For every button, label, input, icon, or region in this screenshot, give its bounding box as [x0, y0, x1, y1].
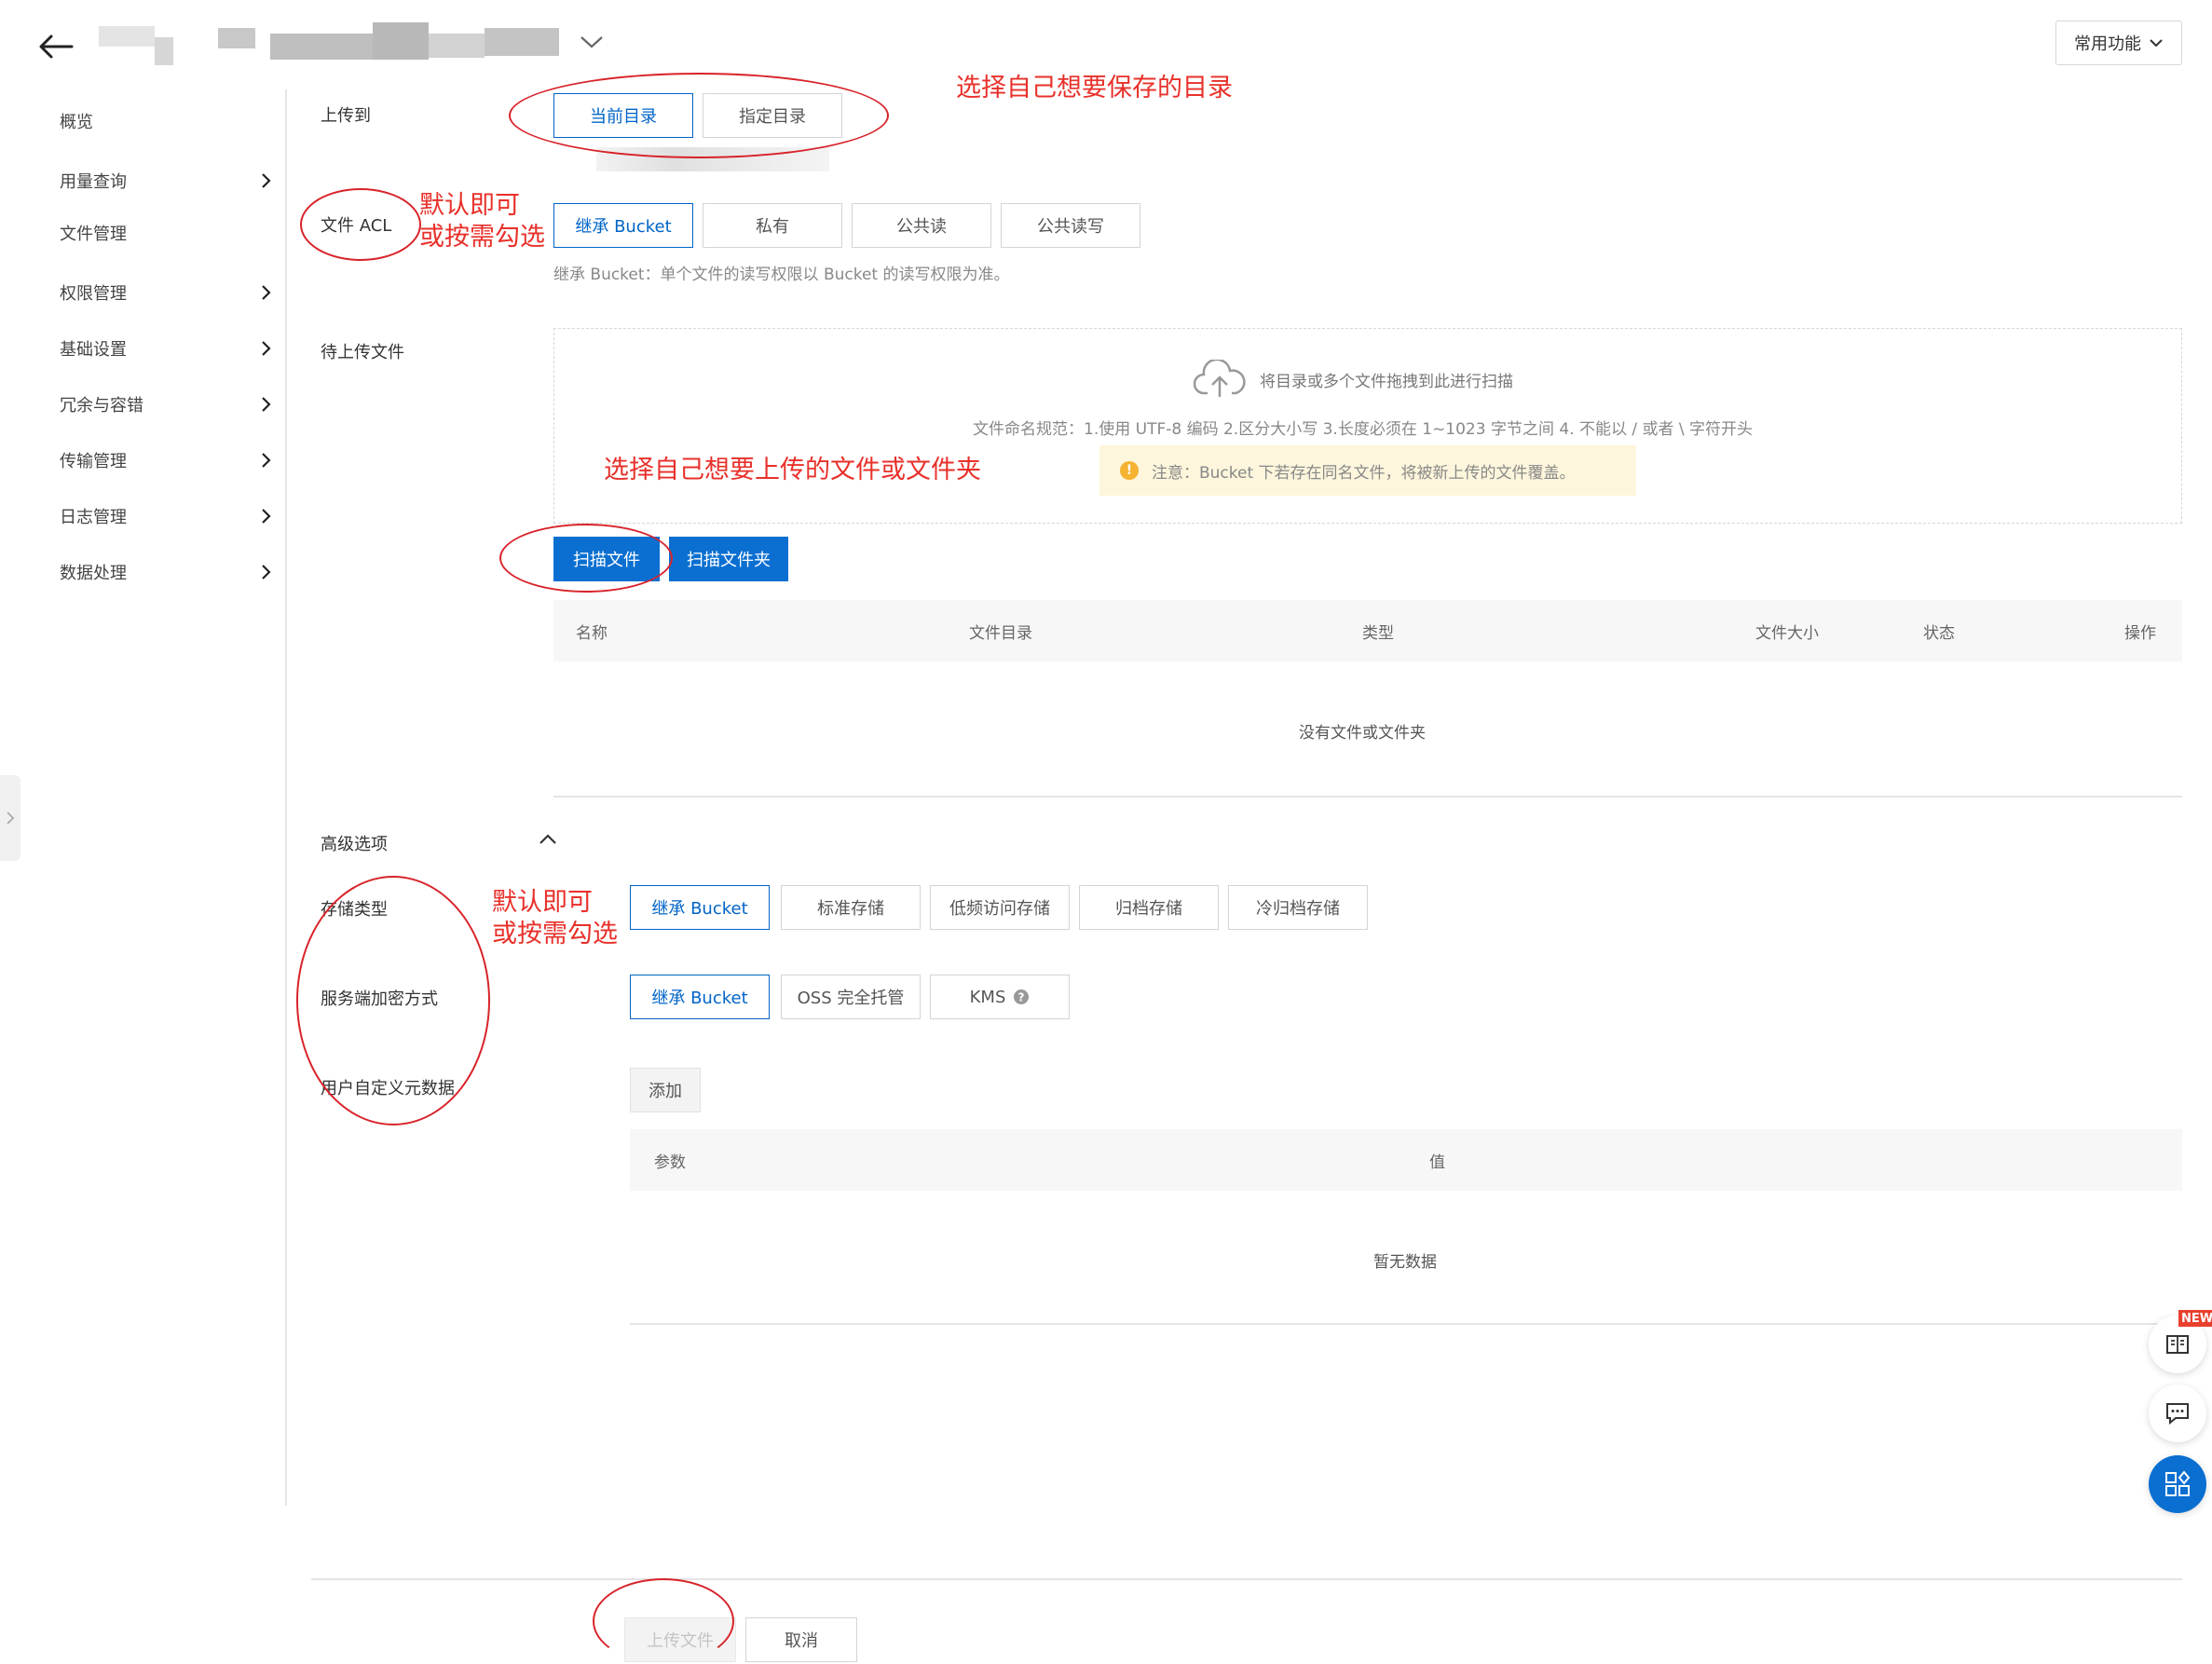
sidebar-collapse-toggle[interactable] — [0, 775, 20, 861]
column-type: 类型 — [1362, 623, 1394, 643]
column-actions: 操作 — [2124, 623, 2156, 643]
sidebar-item-redundancy[interactable]: 冗余与容错 — [60, 386, 274, 423]
advanced-options-label: 高级选项 — [321, 835, 388, 854]
column-param: 参数 — [654, 1153, 686, 1172]
book-icon — [2166, 1335, 2189, 1354]
annotation-advanced-line2: 或按需勾选 — [492, 920, 618, 948]
storage-ia-option[interactable]: 低频访问存储 — [930, 885, 1070, 930]
metadata-table-header: 参数 值 — [630, 1129, 2182, 1191]
encryption-oss-managed-option[interactable]: OSS 完全托管 — [781, 975, 921, 1019]
sidebar-item-label: 数据处理 — [60, 564, 127, 583]
apps-float-button[interactable] — [2149, 1455, 2206, 1513]
add-metadata-button[interactable]: 添加 — [630, 1068, 701, 1112]
sidebar-divider — [285, 89, 287, 1506]
sidebar-item-label: 用量查询 — [60, 172, 127, 192]
sidebar-item-overview[interactable]: 概览 — [60, 102, 274, 140]
bucket-name-blurred — [93, 20, 578, 71]
annotation-ellipse-upload-to — [509, 73, 889, 158]
chevron-down-icon — [580, 36, 603, 48]
metadata-table-empty: 暂无数据 — [1373, 1253, 1437, 1272]
storage-inherit-option[interactable]: 继承 Bucket — [630, 885, 770, 930]
sidebar-item-label: 传输管理 — [60, 452, 127, 471]
metadata-table-bottom-line — [630, 1323, 2182, 1325]
chevron-right-icon — [262, 565, 271, 580]
acl-private-option[interactable]: 私有 — [703, 203, 842, 248]
bucket-switch-dropdown[interactable] — [578, 32, 611, 60]
chevron-right-icon — [262, 285, 271, 300]
chevron-up-icon — [539, 834, 556, 844]
annotation-ellipse-scan-file — [499, 524, 673, 593]
encryption-inherit-option[interactable]: 继承 Bucket — [630, 975, 770, 1019]
advanced-collapse-toggle[interactable] — [537, 831, 563, 853]
acl-public-read-write-option[interactable]: 公共读写 — [1001, 203, 1140, 248]
annotation-ellipse-advanced — [296, 876, 490, 1125]
back-button[interactable] — [28, 26, 84, 67]
arrow-left-icon — [39, 34, 74, 59]
overwrite-notice: ! 注意：Bucket 下若存在同名文件，将被新上传的文件覆盖。 — [1099, 445, 1636, 496]
sidebar-item-label: 概览 — [60, 113, 93, 132]
sidebar-item-label: 冗余与容错 — [60, 396, 143, 416]
storage-cold-archive-option[interactable]: 冷归档存储 — [1228, 885, 1368, 930]
drop-zone-text: 将目录或多个文件拖拽到此进行扫描 — [1260, 372, 1513, 391]
footer-divider — [311, 1578, 2182, 1580]
storage-archive-option[interactable]: 归档存储 — [1079, 885, 1219, 930]
column-size: 文件大小 — [1755, 623, 1819, 643]
acl-hint: 继承 Bucket：单个文件的读写权限以 Bucket 的读写权限为准。 — [553, 266, 1010, 284]
scan-folder-button[interactable]: 扫描文件夹 — [669, 537, 788, 581]
column-directory: 文件目录 — [969, 623, 1032, 643]
sidebar-item-label: 文件管理 — [60, 225, 127, 244]
acl-inherit-option[interactable]: 继承 Bucket — [553, 203, 693, 248]
sidebar-item-permissions[interactable]: 权限管理 — [60, 274, 274, 311]
chevron-right-icon — [262, 509, 271, 524]
common-functions-label: 常用功能 — [2074, 34, 2141, 54]
annotation-ellipse-acl — [300, 188, 421, 261]
column-status: 状态 — [1923, 623, 1955, 643]
sidebar-item-label: 基础设置 — [60, 340, 127, 360]
sidebar-item-basic-settings[interactable]: 基础设置 — [60, 330, 274, 367]
sidebar-item-files[interactable]: 文件管理 — [60, 214, 274, 252]
sidebar-item-usage[interactable]: 用量查询 — [60, 162, 274, 199]
feedback-float-button[interactable] — [2149, 1384, 2206, 1442]
warning-icon: ! — [1120, 461, 1139, 480]
sidebar-item-data-processing[interactable]: 数据处理 — [60, 553, 274, 591]
upload-to-label: 上传到 — [321, 106, 371, 126]
chevron-down-icon — [2150, 39, 2163, 48]
sidebar-item-label: 日志管理 — [60, 508, 127, 527]
annotation-ellipse-upload-button — [593, 1578, 734, 1664]
chevron-right-icon — [262, 341, 271, 356]
acl-public-read-option[interactable]: 公共读 — [852, 203, 991, 248]
annotation-upload-dir: 选择自己想要保存的目录 — [956, 74, 1233, 102]
column-value: 值 — [1429, 1153, 1445, 1172]
annotation-advanced-line1: 默认即可 — [492, 888, 593, 917]
file-table-empty: 没有文件或文件夹 — [1299, 724, 1426, 743]
chevron-right-icon — [262, 173, 271, 188]
chat-icon — [2166, 1403, 2189, 1425]
kms-label: KMS — [969, 987, 1006, 1007]
sidebar-item-logs[interactable]: 日志管理 — [60, 498, 274, 535]
common-functions-dropdown[interactable]: 常用功能 — [2055, 20, 2182, 65]
new-badge: NEW — [2178, 1310, 2212, 1327]
pending-files-label: 待上传文件 — [321, 343, 404, 362]
help-icon: ? — [1014, 989, 1030, 1004]
svg-text:?: ? — [1018, 991, 1025, 1004]
encryption-kms-option[interactable]: KMS ? — [930, 975, 1070, 1019]
chevron-right-icon — [262, 453, 271, 468]
sidebar-item-transfer[interactable]: 传输管理 — [60, 442, 274, 479]
overwrite-notice-text: 注意：Bucket 下若存在同名文件，将被新上传的文件覆盖。 — [1152, 463, 1576, 483]
apps-grid-icon — [2165, 1470, 2191, 1496]
annotation-file-select: 选择自己想要上传的文件或文件夹 — [604, 456, 981, 484]
annotation-acl-line2: 或按需勾选 — [419, 223, 545, 252]
cancel-button[interactable]: 取消 — [745, 1617, 857, 1662]
annotation-acl-line1: 默认即可 — [419, 191, 520, 220]
column-name: 名称 — [576, 623, 608, 643]
cloud-upload-icon — [1193, 360, 1246, 397]
file-table-header: 名称 文件目录 类型 文件大小 状态 操作 — [553, 600, 2182, 662]
chevron-right-icon — [262, 397, 271, 412]
storage-standard-option[interactable]: 标准存储 — [781, 885, 921, 930]
drop-zone-prompt: 将目录或多个文件拖拽到此进行扫描 — [1193, 354, 1584, 404]
naming-rule-text: 文件命名规范：1.使用 UTF-8 编码 2.区分大小写 3.长度必须在 1~1… — [973, 420, 1754, 439]
file-table-bottom-line — [553, 796, 2182, 798]
chevron-right-icon — [7, 812, 15, 825]
sidebar-item-label: 权限管理 — [60, 284, 127, 304]
